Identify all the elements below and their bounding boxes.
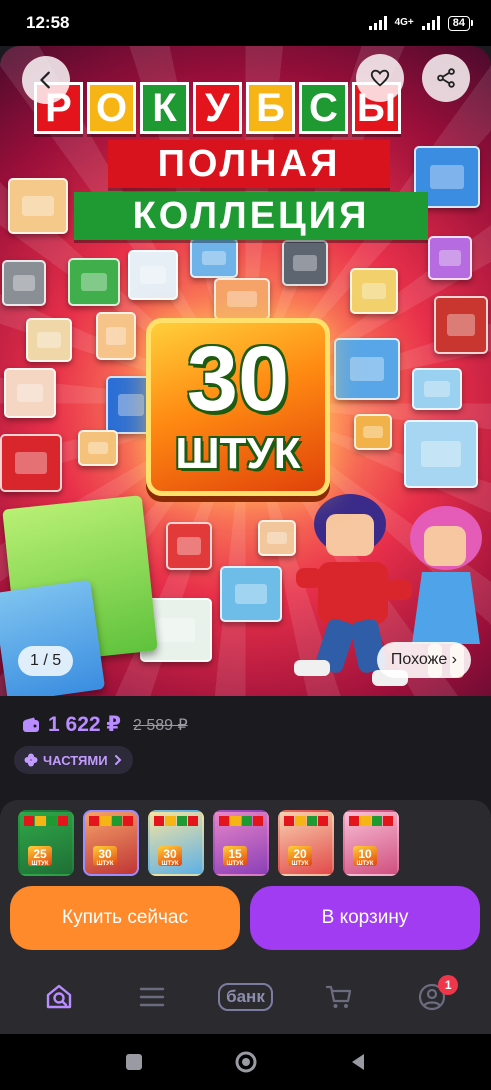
back-system-button[interactable] [347,1051,369,1073]
cube-image [2,260,46,306]
recent-apps-button[interactable] [123,1051,145,1073]
thumbnail-count: 30 [98,847,112,861]
thumbnail-count: 20 [293,847,307,861]
triangle-back-icon [351,1054,364,1070]
variant-thumbnails: 25 ШТУК 30 ШТУК 30 ШТУК 15 ШТУК 20 ШТУК 10 ШТУ… [18,810,399,876]
chevron-right-icon [114,755,121,765]
nav-home[interactable] [31,973,87,1021]
thumbnail-word: ШТУК [356,861,374,867]
cube-image [0,434,62,492]
back-button[interactable] [22,56,70,104]
thumbnail-count: 25 [33,847,47,861]
product-pack-image [0,579,106,696]
wallet-icon [23,717,39,732]
share-icon [437,68,455,88]
thumbnail-word: ШТУК [226,861,244,867]
bottom-nav: банк 1 [0,968,491,1026]
brand-letter: У [193,82,242,134]
variant-thumbnail-selected[interactable]: 30 ШТУК [83,810,139,876]
image-pager: 1 / 5 [18,646,74,676]
share-button[interactable] [422,54,470,102]
cube-image [334,338,400,400]
brand-letter: О [87,82,136,134]
signal-icon [368,16,387,30]
status-time: 12:58 [26,13,70,32]
thumbnail-count: 15 [228,847,242,861]
cube-image [166,522,212,570]
banner-full: ПОЛНАЯ [108,140,390,188]
thumbnail-word: ШТУК [31,861,49,867]
installments-button[interactable]: ЧАСТЯМИ [14,746,133,774]
banner-collection: КОЛЛЕЦИЯ [74,192,428,240]
badge-number: 30 [186,328,290,430]
cube-image [4,368,56,418]
similar-button[interactable]: Похоже › [376,642,471,678]
price-row: 1 622 ₽ 2 589 ₽ [22,712,188,737]
square-icon [125,1054,142,1070]
system-nav-bar [0,1034,491,1090]
status-bar: 12:58 4G+ 84 [0,0,491,46]
thumbnail-word: ШТУК [96,861,114,867]
cube-image [26,318,72,362]
menu-icon [139,987,165,1007]
status-icons: 4G+ 84 [368,15,473,31]
battery-icon: 84 [447,15,473,31]
installments-label: ЧАСТЯМИ [43,752,108,768]
cube-image [428,236,472,280]
cube-image [434,296,488,354]
variant-thumbnail[interactable]: 15 ШТУК [213,810,269,876]
variant-thumbnail[interactable]: 10 ШТУК [343,810,399,876]
bank-label: банк [218,983,273,1011]
cube-image [354,414,392,450]
buy-now-button[interactable]: Купить сейчас [10,886,240,950]
nav-catalog[interactable] [124,973,180,1021]
cube-image [68,258,120,306]
cube-image [8,178,68,234]
chevron-left-icon [40,71,50,89]
cube-image [190,238,238,278]
flower-icon [24,753,38,767]
thumbnail-word: ШТУК [291,861,309,867]
cube-image [214,278,270,320]
cube-image [404,420,478,488]
brand-letter: С [299,82,348,134]
network-type: 4G+ [394,17,414,28]
count-badge: 30 ШТУК [146,318,330,496]
variant-thumbnail[interactable]: 25 ШТУК [18,810,74,876]
thumbnail-count: 10 [358,847,372,861]
notification-badge: 1 [438,975,459,995]
home-button[interactable] [235,1051,257,1073]
old-price: 2 589 ₽ [133,716,188,734]
nav-bank[interactable]: банк [217,973,273,1021]
cube-image [78,430,118,466]
thumbnail-count: 30 [163,847,177,861]
brand-letter: Б [246,82,295,134]
variant-thumbnail[interactable]: 20 ШТУК [278,810,334,876]
cart-icon [325,985,351,1008]
cube-image [282,240,328,286]
badge-word: ШТУК [175,429,301,478]
home-search-icon [46,984,71,1009]
circle-icon [235,1051,256,1073]
cube-image [96,312,136,360]
variant-thumbnail[interactable]: 30 ШТУК [148,810,204,876]
purchase-actions: Купить сейчас В корзину [10,886,480,950]
signal-icon-2 [421,16,440,30]
thumbnail-word: ШТУК [161,861,179,867]
add-to-cart-button[interactable]: В корзину [250,886,480,950]
heart-icon [370,69,390,87]
cube-image [220,566,282,622]
brand-logo: Р О К У Б С Ы [34,82,401,134]
product-image-carousel[interactable]: Р О К У Б С Ы ПОЛНАЯ КОЛЛЕЦИЯ 30 ШТУК 1 … [0,46,491,696]
cube-image [350,268,398,314]
cube-image [128,250,178,300]
brand-letter: К [140,82,189,134]
nav-cart[interactable] [311,973,367,1021]
favorite-button[interactable] [356,54,404,102]
battery-level: 84 [452,17,465,29]
nav-profile[interactable]: 1 [404,973,460,1021]
cube-image [412,368,462,410]
current-price: 1 622 ₽ [48,713,121,736]
